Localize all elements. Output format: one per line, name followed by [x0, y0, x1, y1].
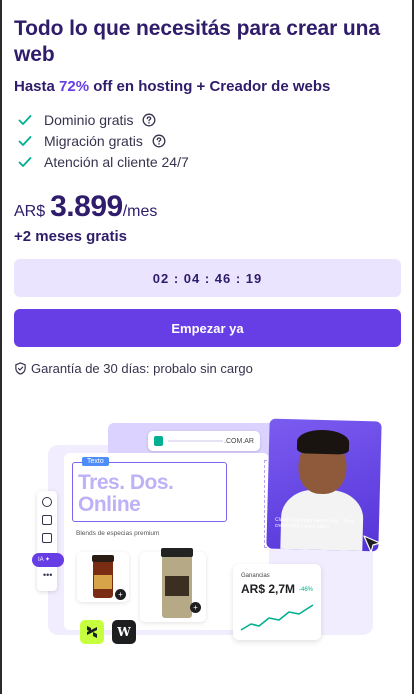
help-circle-icon[interactable] — [142, 113, 156, 127]
chef-photo: Claude Santiago Valenzuela... Pura creat… — [266, 418, 382, 552]
price-period: /mes — [122, 203, 158, 220]
url-placeholder-line — [168, 440, 223, 442]
discount-highlight: 72% — [59, 78, 90, 95]
add-element-icon — [42, 497, 52, 507]
earnings-card: Ganancias AR$ 2,7M -46% — [233, 564, 321, 640]
photo-caption: Claude Santiago Valenzuela... Pura creat… — [274, 516, 354, 531]
domain-suffix: .COM.AR — [224, 437, 254, 445]
feature-item: Atención al cliente 24/7 — [14, 151, 402, 172]
spice-jar-image — [161, 548, 193, 618]
earnings-change: -46% — [299, 587, 314, 593]
earnings-trend-line — [240, 604, 314, 631]
text-tag: Texto — [82, 457, 109, 466]
products-label: Blends de especias premium — [76, 530, 160, 537]
layers-icon — [42, 515, 52, 525]
earnings-value: AR$ 2,7M — [241, 582, 296, 596]
shield-check-icon — [15, 362, 26, 375]
headline: Todo lo que necesitás para crear una web — [14, 17, 380, 66]
ai-badge: IA ✦ — [32, 553, 64, 567]
start-now-button[interactable]: Empezar ya — [14, 309, 401, 347]
price-currency: AR$ — [14, 203, 46, 220]
subheadline-suffix: off en hosting + Creador de webs — [89, 78, 331, 95]
earnings-label: Ganancias — [241, 573, 270, 579]
subheadline: Hasta 72% off en hosting + Creador de we… — [14, 78, 402, 95]
style-icon — [42, 533, 52, 543]
product-card: + — [140, 548, 206, 622]
add-icon: + — [190, 602, 201, 613]
feature-label: Migración gratis — [44, 132, 143, 149]
countdown-timer: 02 : 04 : 46 : 19 — [14, 259, 401, 297]
product-card: + — [77, 552, 129, 602]
price: AR$ 3.899 /mes — [14, 190, 402, 224]
price-amount: 3.899 — [50, 190, 123, 223]
cursor-icon — [363, 535, 381, 553]
feature-item: Dominio gratis — [14, 109, 402, 130]
subheadline-prefix: Hasta — [14, 78, 60, 95]
feature-label: Dominio gratis — [44, 111, 134, 128]
ai-badge-label: IA — [38, 557, 44, 563]
wordpress-logo: W — [112, 620, 136, 644]
bonus-months: +2 meses gratis — [14, 228, 127, 245]
check-icon — [18, 135, 32, 146]
check-icon — [18, 114, 32, 125]
more-icon: ••• — [43, 570, 53, 580]
add-icon: + — [115, 589, 126, 600]
feature-label: Atención al cliente 24/7 — [44, 153, 189, 170]
help-circle-icon[interactable] — [152, 134, 166, 148]
guarantee-text: Garantía de 30 días: probalo sin cargo — [31, 361, 253, 376]
editor-toolbar: ••• — [37, 491, 57, 591]
lock-icon — [154, 436, 163, 446]
spice-jar-image — [92, 555, 114, 598]
feature-list: Dominio gratis Migración gratis Atención… — [14, 109, 402, 172]
check-icon — [18, 156, 32, 167]
website-builder-illustration: .COM.AR Tres. Dos. Online Texto Blends d… — [30, 418, 390, 655]
feature-item: Migración gratis — [14, 130, 402, 151]
domain-url-bar: .COM.AR — [148, 431, 260, 451]
guarantee-note: Garantía de 30 días: probalo sin cargo — [14, 361, 402, 376]
hostinger-logo — [80, 620, 104, 644]
pricing-card: Todo lo que necesitás para crear una web… — [14, 16, 402, 376]
site-title: Tres. Dos. Online — [78, 471, 174, 516]
